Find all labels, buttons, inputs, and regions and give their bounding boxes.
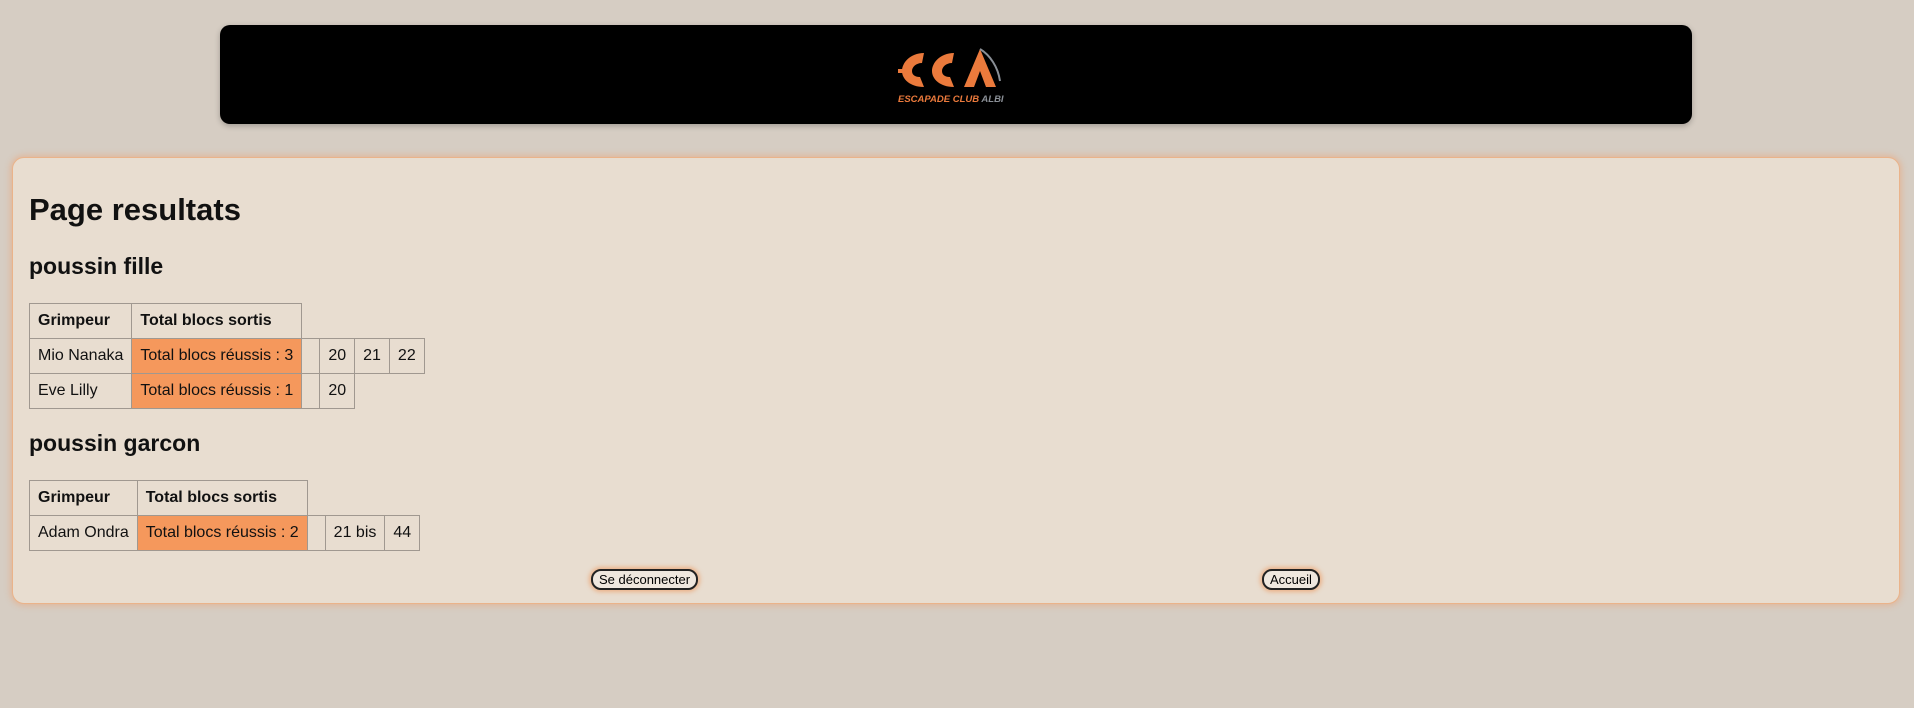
logout-button[interactable]: Se déconnecter: [591, 569, 699, 590]
total-blocs-cell: Total blocs réussis : 2: [136, 515, 308, 551]
site-header: ESCAPADE CLUB ALBI: [220, 25, 1692, 124]
logo-lettering: ESCAPADE CLUB ALBI: [898, 94, 1004, 105]
table-header-row: Grimpeur Total blocs sortis: [28, 303, 425, 339]
empty-cell: [301, 338, 321, 374]
total-blocs-cell: Total blocs réussis : 3: [131, 338, 303, 374]
empty-cell: [301, 373, 321, 409]
bloc-cell: 21: [354, 338, 390, 374]
results-panel: Page resultats poussin fille Grimpeur To…: [12, 157, 1900, 604]
home-button[interactable]: Accueil: [1262, 569, 1320, 590]
column-header-total: Total blocs sortis: [136, 480, 308, 516]
bloc-cell: 20: [319, 338, 356, 374]
bloc-cell: 21 bis: [324, 515, 386, 551]
page-title: Page resultats: [29, 192, 241, 227]
climber-name: Eve Lilly: [28, 373, 133, 409]
table-row: Eve Lilly Total blocs réussis : 1 20: [28, 373, 425, 409]
table-row: Mio Nanaka Total blocs réussis : 3 20 21…: [28, 338, 425, 374]
climber-name: Mio Nanaka: [28, 338, 133, 374]
category-title-poussin-garcon: poussin garcon: [29, 430, 201, 456]
total-blocs-cell: Total blocs réussis : 1: [131, 373, 303, 409]
bloc-cell: 22: [388, 338, 425, 374]
table-row: Adam Ondra Total blocs réussis : 2 21 bi…: [29, 515, 421, 551]
bloc-cell: 20: [319, 373, 356, 409]
column-header-grimpeur: Grimpeur: [28, 303, 133, 339]
column-header-total: Total blocs sortis: [131, 303, 303, 339]
results-table-poussin-fille: Grimpeur Total blocs sortis Mio Nanaka T…: [28, 303, 425, 409]
eca-logo[interactable]: ESCAPADE CLUB ALBI: [896, 45, 1016, 105]
results-table-poussin-garcon: Grimpeur Total blocs sortis Adam Ondra T…: [29, 480, 421, 551]
empty-cell: [306, 515, 326, 551]
table-header-row: Grimpeur Total blocs sortis: [29, 480, 420, 516]
climber-name: Adam Ondra: [29, 515, 138, 551]
column-header-grimpeur: Grimpeur: [29, 480, 138, 516]
category-title-poussin-fille: poussin fille: [29, 253, 164, 279]
bloc-cell: 44: [384, 515, 421, 551]
